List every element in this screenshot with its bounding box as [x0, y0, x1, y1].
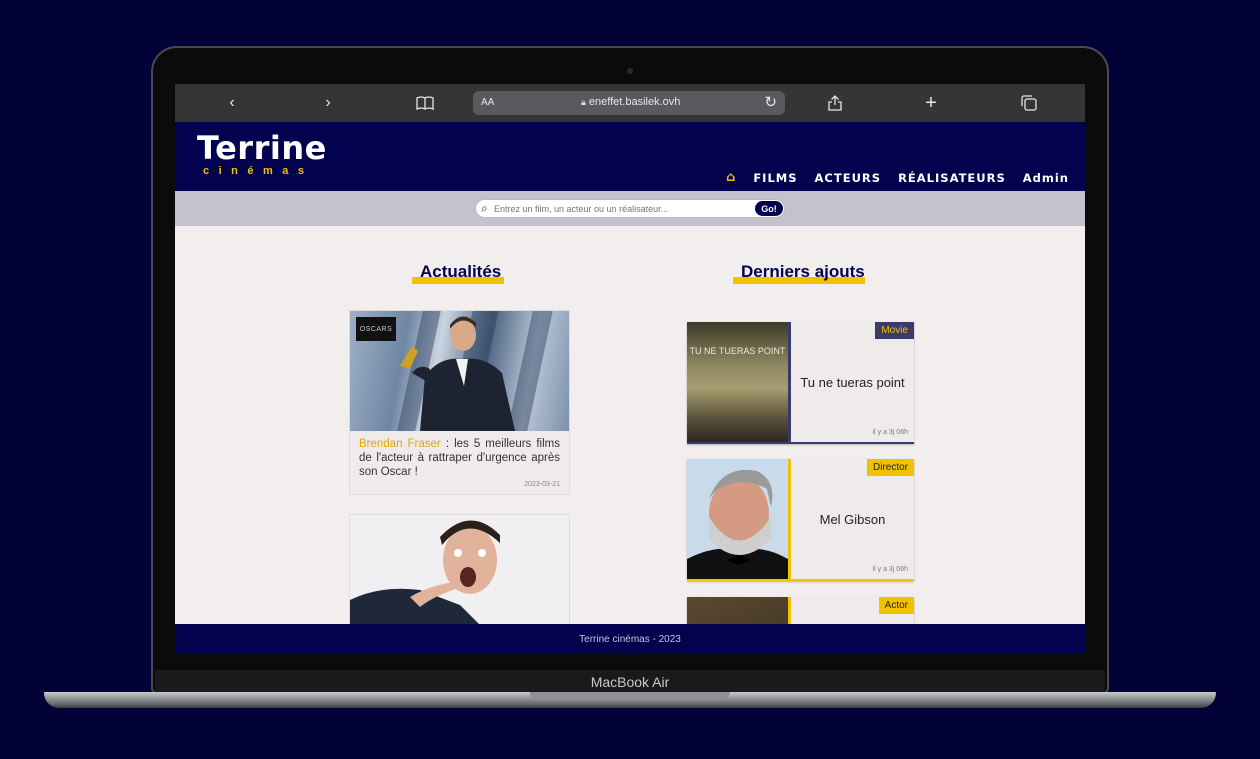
- search-go-button[interactable]: Go!: [755, 201, 783, 216]
- logo-sub: cinémas: [203, 165, 314, 177]
- new-tab-icon[interactable]: +: [921, 92, 941, 114]
- nav-admin[interactable]: Admin: [1023, 171, 1069, 185]
- browser-toolbar: ‹ › AA 🔒︎ eneffet.basilek.ovh ↻ +: [175, 84, 1085, 122]
- nav-directors[interactable]: RÉALISATEURS: [898, 171, 1006, 185]
- back-icon[interactable]: ‹: [222, 93, 242, 113]
- address-bar[interactable]: AA 🔒︎ eneffet.basilek.ovh ↻: [473, 91, 785, 115]
- latest-section-title: Derniers ajouts: [733, 262, 865, 284]
- item-name[interactable]: Mel Gibson: [791, 459, 914, 579]
- actor-photo: [350, 520, 500, 635]
- latest-title-text: Derniers ajouts: [741, 262, 865, 281]
- share-icon[interactable]: [825, 93, 845, 113]
- device-label: MacBook Air: [590, 674, 670, 690]
- news-title-text: Actualités: [420, 262, 502, 281]
- forward-icon[interactable]: ›: [318, 93, 338, 113]
- logo[interactable]: Terrine cinémas: [197, 131, 327, 177]
- item-name[interactable]: Tu ne tueras point: [791, 322, 914, 442]
- site-header: Terrine cinémas ⌂ FILMS ACTEURS RÉALISAT…: [175, 122, 1085, 191]
- tabs-icon[interactable]: [1019, 93, 1039, 113]
- search-box: ⌕ Go!: [475, 199, 785, 218]
- news-text: Brendan Fraser : les 5 meilleurs films d…: [350, 431, 569, 481]
- movie-poster[interactable]: TU NE TUERAS POINT: [687, 322, 788, 442]
- search-band: ⌕ Go!: [175, 191, 1085, 226]
- search-icon: ⌕: [481, 201, 488, 215]
- logo-main: Terrine: [197, 129, 327, 167]
- type-badge: Actor: [878, 597, 914, 614]
- search-input[interactable]: [494, 202, 744, 216]
- reload-icon[interactable]: ↻: [764, 93, 777, 111]
- item-time: il y a 3j 06h: [872, 429, 908, 436]
- director-photo: [687, 459, 788, 579]
- news-image[interactable]: [350, 515, 569, 635]
- camera: [627, 68, 633, 74]
- news-image[interactable]: OSCARS: [350, 311, 569, 431]
- home-icon[interactable]: ⌂: [726, 170, 736, 185]
- news-highlight[interactable]: Brendan Fraser: [359, 438, 441, 450]
- bookmarks-icon[interactable]: [415, 93, 435, 113]
- nav-films[interactable]: FILMS: [753, 171, 797, 185]
- laptop-notch: [530, 692, 730, 700]
- actor-photo: [400, 316, 515, 431]
- poster-title: TU NE TUERAS POINT: [689, 346, 786, 356]
- news-date: 2023-03-21: [524, 481, 560, 488]
- latest-item[interactable]: TU NE TUERAS POINT Movie Tu ne tueras po…: [687, 322, 914, 444]
- news-section-title: Actualités: [412, 262, 504, 284]
- news-card[interactable]: [349, 514, 570, 635]
- site-footer: Terrine cinémas - 2023: [175, 624, 1085, 654]
- lock-icon: 🔒︎: [581, 97, 586, 107]
- url-text: eneffet.basilek.ovh: [588, 96, 681, 108]
- screen: ‹ › AA 🔒︎ eneffet.basilek.ovh ↻ + Terrin…: [175, 84, 1085, 654]
- main-content: Actualités Derniers ajouts OSCARS Brenda…: [175, 226, 1085, 654]
- news-card[interactable]: OSCARS Brendan Fraser : les 5 meilleurs …: [349, 310, 570, 495]
- item-time: il y a 3j 06h: [872, 566, 908, 573]
- latest-item[interactable]: Director Mel Gibson il y a 3j 06h: [687, 459, 914, 581]
- text-size-button[interactable]: AA: [481, 97, 494, 108]
- nav-actors[interactable]: ACTEURS: [815, 171, 882, 185]
- main-nav: ⌂ FILMS ACTEURS RÉALISATEURS Admin: [726, 170, 1069, 185]
- person-photo[interactable]: [687, 459, 788, 579]
- oscars-badge: OSCARS: [356, 317, 396, 341]
- address-text: 🔒︎ eneffet.basilek.ovh: [581, 96, 680, 108]
